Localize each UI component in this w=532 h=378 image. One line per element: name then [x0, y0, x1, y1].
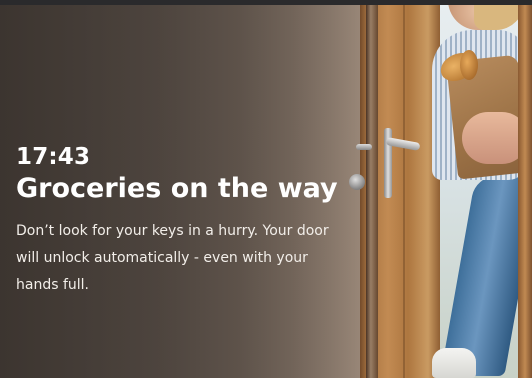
hero-card: 17:43 Groceries on the way Don’t look fo…	[0, 0, 532, 378]
card-headline: Groceries on the way	[16, 173, 338, 204]
time-label: 17:43	[16, 144, 91, 170]
top-bar	[0, 0, 532, 5]
card-content: 17:43 Groceries on the way Don’t look fo…	[16, 142, 346, 299]
card-description: Don’t look for your keys in a hurry. You…	[16, 223, 329, 293]
